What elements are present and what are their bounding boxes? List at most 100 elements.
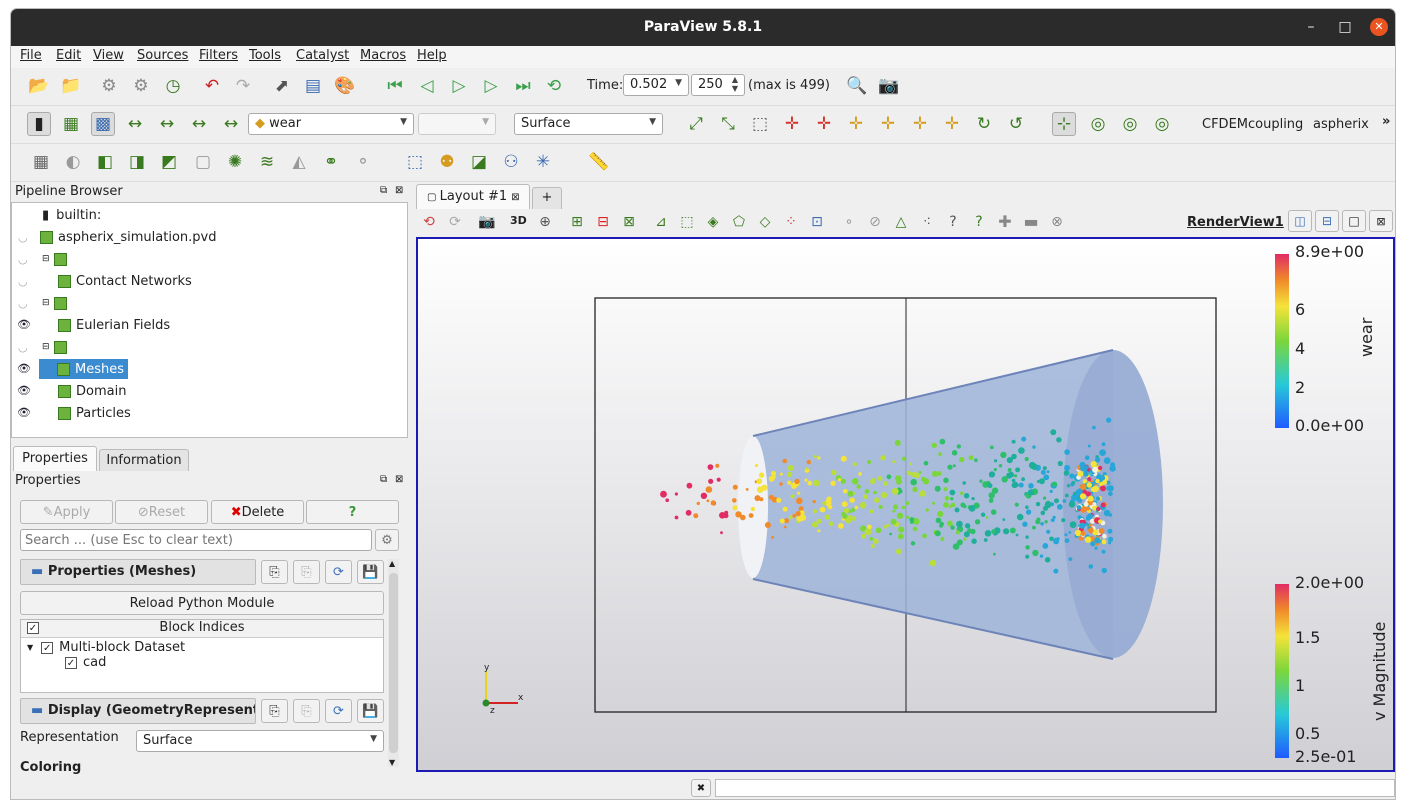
- menu-help[interactable]: Help: [417, 48, 447, 63]
- select-cells-icon[interactable]: ⊞: [565, 210, 589, 234]
- eye-open-icon[interactable]: 👁: [17, 384, 31, 397]
- save-defaults-icon[interactable]: 💾: [357, 699, 384, 723]
- menu-view[interactable]: View: [93, 48, 124, 63]
- close-panel-icon[interactable]: ⊠: [395, 474, 403, 485]
- zoom-to-box-icon[interactable]: ⬚: [748, 112, 772, 136]
- refresh-icon[interactable]: ⟳: [325, 699, 352, 723]
- toolbar-overflow-icon[interactable]: »: [1382, 114, 1390, 129]
- close-view-icon[interactable]: ⊠: [1369, 210, 1393, 232]
- show-orientation-axes-icon[interactable]: ⊹: [1052, 112, 1076, 136]
- menu-filters[interactable]: Filters: [199, 48, 238, 63]
- rescale-temporal-icon[interactable]: ↔: [187, 112, 211, 136]
- glyph-icon[interactable]: ✺: [223, 150, 247, 174]
- add-layout-tab[interactable]: +: [532, 187, 562, 209]
- palette-icon[interactable]: 🎨: [333, 74, 357, 98]
- paste-icon[interactable]: ⎘: [293, 699, 320, 723]
- hover-cell-icon[interactable]: ⁘: [779, 210, 803, 234]
- render-view-name[interactable]: RenderView1: [1187, 215, 1284, 230]
- minimize-button[interactable]: –: [1302, 18, 1320, 36]
- rescale-custom-icon[interactable]: ↔: [123, 112, 147, 136]
- extract-subset-icon[interactable]: ▢: [191, 150, 215, 174]
- help-button[interactable]: ?: [306, 500, 399, 524]
- contour-icon[interactable]: ◐: [61, 150, 85, 174]
- split-vertical-icon[interactable]: ⊟: [1315, 210, 1339, 232]
- float-panel-icon[interactable]: ⧉: [380, 185, 387, 196]
- eye-closed-icon[interactable]: ◡: [18, 341, 28, 354]
- menu-file[interactable]: File: [20, 48, 42, 63]
- disconnect-icon[interactable]: ⚙: [129, 74, 153, 98]
- tree-item-domain[interactable]: Domain: [58, 381, 126, 401]
- deselect-icon[interactable]: ⊟: [591, 210, 615, 234]
- reset-camera-icon[interactable]: ⤢: [684, 112, 708, 136]
- tree-item-builtin[interactable]: ▮ builtin:: [42, 205, 101, 225]
- scroll-up-icon[interactable]: ▲: [389, 559, 395, 568]
- copy-icon[interactable]: ⎘: [261, 560, 288, 584]
- slice-icon[interactable]: ◨: [125, 150, 149, 174]
- extract-selection-icon[interactable]: △: [889, 210, 913, 234]
- maximize-button[interactable]: □: [1336, 18, 1354, 36]
- section-properties-meshes[interactable]: ▬ Properties (Meshes): [20, 559, 256, 585]
- clip-icon[interactable]: ◧: [93, 150, 117, 174]
- eye-closed-icon[interactable]: ◡: [18, 297, 28, 310]
- color-array-select[interactable]: ◆ wear ▼: [248, 113, 414, 135]
- toggle-selection-icon[interactable]: ⊗: [1045, 210, 1069, 234]
- auto-apply-icon[interactable]: ◷: [161, 74, 185, 98]
- calculator-icon[interactable]: ▦: [29, 150, 53, 174]
- subtract-selection-icon[interactable]: ▬: [1019, 210, 1043, 234]
- representation-select[interactable]: Surface ▼: [514, 113, 663, 135]
- display-representation-select[interactable]: Surface ▼: [136, 730, 384, 752]
- select-block-icon[interactable]: ⬚: [675, 210, 699, 234]
- tree-item-multiblock[interactable]: ▼ ✓ Multi-block Dataset: [27, 640, 185, 655]
- eye-closed-icon[interactable]: ◡: [18, 253, 28, 266]
- ruler-icon[interactable]: 📏: [587, 150, 611, 174]
- scroll-down-icon[interactable]: ▼: [389, 758, 395, 767]
- polygon-select-icon[interactable]: ⬠: [727, 210, 751, 234]
- tree-item-group-2[interactable]: ⊟: [42, 293, 72, 313]
- eye-closed-icon[interactable]: ◡: [18, 231, 28, 244]
- previous-frame-icon[interactable]: ◁: [415, 74, 439, 98]
- close-button[interactable]: ✕: [1370, 18, 1388, 36]
- find-data-icon[interactable]: 🔍: [845, 74, 869, 98]
- close-panel-icon[interactable]: ⊠: [395, 185, 403, 196]
- tree-item-simulation[interactable]: aspherix_simulation.pvd: [40, 227, 216, 247]
- section-display[interactable]: ▬ Display (GeometryRepresent: [20, 698, 256, 724]
- plot-icon[interactable]: ◪: [467, 150, 491, 174]
- tree-item-contact-networks[interactable]: Contact Networks: [58, 271, 192, 291]
- edit-colormap-icon[interactable]: ▦: [59, 112, 83, 136]
- show-center-icon[interactable]: ◎: [1086, 112, 1110, 136]
- tree-item-cad[interactable]: ✓ cad: [65, 655, 106, 670]
- rotate-plus-90-icon[interactable]: ↻: [972, 112, 996, 136]
- apply-button[interactable]: ✎ Apply: [20, 500, 113, 524]
- search-input[interactable]: [20, 529, 372, 551]
- rotate-minus-90-icon[interactable]: ↺: [1004, 112, 1028, 136]
- eye-open-icon[interactable]: 👁: [17, 318, 31, 331]
- tree-item-particles[interactable]: Particles: [58, 403, 131, 423]
- next-frame-icon[interactable]: ▷: [479, 74, 503, 98]
- properties-scrollbar[interactable]: ▲ ▼: [388, 559, 399, 767]
- color-legend-icon[interactable]: ▮: [27, 112, 51, 136]
- pick-center-icon[interactable]: ◎: [1150, 112, 1174, 136]
- close-tab-icon[interactable]: ⊠: [511, 192, 519, 203]
- find-icon[interactable]: ⬚: [403, 150, 427, 174]
- tree-item-group-1[interactable]: ⊟: [42, 249, 72, 269]
- select-frustum-icon[interactable]: ⊿: [649, 210, 673, 234]
- toggle-3d-button[interactable]: 3D: [510, 214, 527, 227]
- eye-closed-icon[interactable]: ◡: [18, 275, 28, 288]
- clear-selection-icon[interactable]: ⊘: [863, 210, 887, 234]
- view-minus-x-icon[interactable]: ✛: [812, 112, 836, 136]
- camera-icon[interactable]: 📷: [475, 210, 499, 234]
- checkbox-icon[interactable]: ✓: [27, 622, 39, 634]
- grow-selection-icon[interactable]: ⊡: [805, 210, 829, 234]
- query-cells-icon[interactable]: ?: [967, 210, 991, 234]
- extract-level-icon[interactable]: ⚬: [351, 150, 375, 174]
- rescale-range-icon[interactable]: ↔: [155, 112, 179, 136]
- group-datasets-icon[interactable]: ⚭: [319, 150, 343, 174]
- tree-item-eulerian-fields[interactable]: Eulerian Fields: [58, 315, 170, 335]
- screenshot-icon[interactable]: 📷: [877, 74, 901, 98]
- zoom-box-icon[interactable]: ⊕: [533, 210, 557, 234]
- settings-icon[interactable]: ▤: [301, 74, 325, 98]
- menu-tools[interactable]: Tools: [249, 48, 281, 63]
- checkbox-icon[interactable]: ✓: [41, 641, 54, 654]
- first-frame-icon[interactable]: ⏮: [383, 74, 407, 98]
- eye-open-icon[interactable]: 👁: [17, 406, 31, 419]
